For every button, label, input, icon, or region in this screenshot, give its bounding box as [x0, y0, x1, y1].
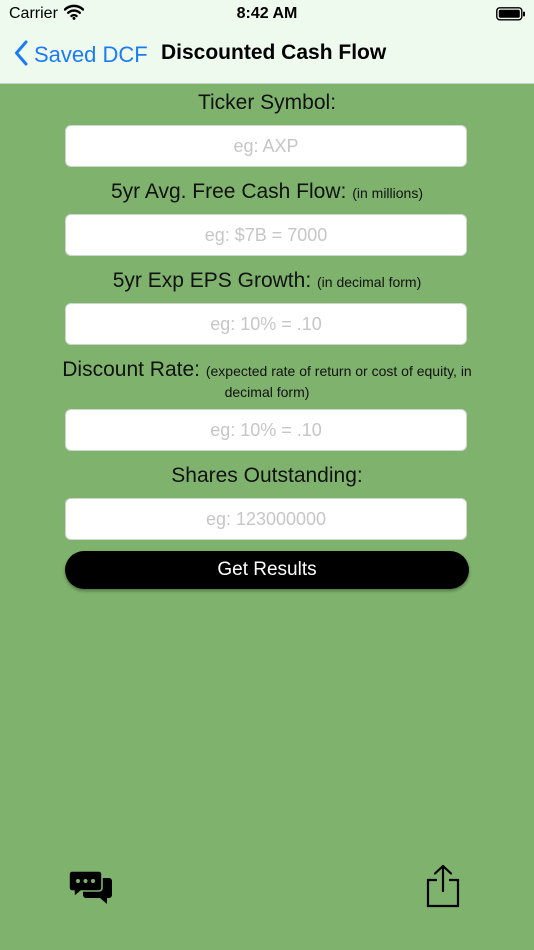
- battery-icon: [496, 7, 526, 26]
- share-icon[interactable]: [426, 864, 460, 913]
- free-cash-flow-note: (in millions): [352, 185, 423, 201]
- discount-rate-input[interactable]: [65, 409, 467, 451]
- back-button[interactable]: Saved DCF: [14, 39, 148, 71]
- clock-time: 8:42 AM: [236, 5, 298, 22]
- chat-bubbles-icon[interactable]: [68, 869, 113, 910]
- free-cash-flow-label: 5yr Avg. Free Cash Flow: (in millions): [0, 179, 534, 206]
- shares-outstanding-label: Shares Outstanding:: [0, 463, 534, 488]
- free-cash-flow-input[interactable]: [65, 214, 467, 256]
- status-bar: Carrier 8:42 AM: [0, 0, 534, 28]
- chevron-left-icon: [14, 40, 28, 71]
- shares-outstanding-input[interactable]: [65, 498, 467, 540]
- ticker-symbol-input[interactable]: [65, 125, 467, 167]
- eps-growth-label-text: 5yr Exp EPS Growth:: [112, 269, 312, 292]
- eps-growth-input[interactable]: [65, 303, 467, 345]
- shares-outstanding-label-text: Shares Outstanding:: [171, 464, 363, 487]
- ticker-symbol-label: Ticker Symbol:: [0, 90, 534, 115]
- discount-rate-label-text: Discount Rate:: [62, 358, 200, 381]
- navigation-bar: Saved DCF Discounted Cash Flow: [0, 28, 534, 84]
- free-cash-flow-label-text: 5yr Avg. Free Cash Flow:: [110, 180, 347, 203]
- page-title: Discounted Cash Flow: [161, 41, 387, 64]
- ticker-symbol-label-text: Ticker Symbol:: [197, 91, 337, 114]
- discount-rate-label: Discount Rate: (expected rate of return …: [60, 358, 474, 402]
- back-button-label: Saved DCF: [34, 42, 148, 67]
- get-results-button[interactable]: Get Results: [65, 551, 469, 589]
- discount-rate-note: (expected rate of return or cost of equi…: [205, 363, 472, 400]
- eps-growth-note: (in decimal form): [317, 274, 422, 290]
- eps-growth-label: 5yr Exp EPS Growth: (in decimal form): [0, 268, 534, 295]
